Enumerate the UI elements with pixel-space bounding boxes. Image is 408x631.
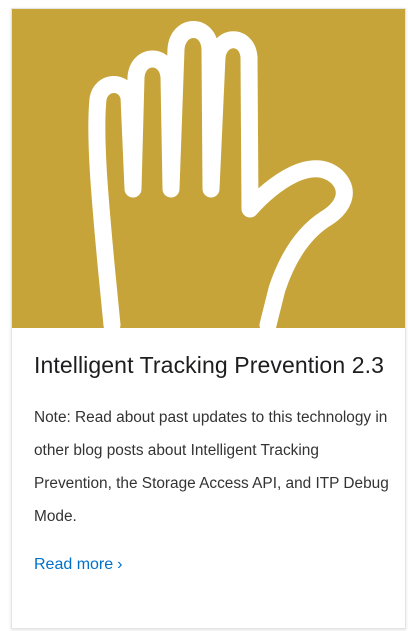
read-more-label: Read more — [34, 556, 114, 573]
chevron-right-icon: › — [117, 556, 123, 573]
read-more-link[interactable]: Read more › — [34, 554, 122, 576]
card-content: Intelligent Tracking Prevention 2.3 Note… — [34, 349, 389, 576]
hero-image — [12, 9, 405, 328]
article-description: Note: Read about past updates to this te… — [34, 409, 389, 525]
raised-hand-icon — [88, 21, 353, 328]
article-card: Intelligent Tracking Prevention 2.3 Note… — [11, 8, 406, 629]
article-title[interactable]: Intelligent Tracking Prevention 2.3 — [34, 349, 389, 381]
